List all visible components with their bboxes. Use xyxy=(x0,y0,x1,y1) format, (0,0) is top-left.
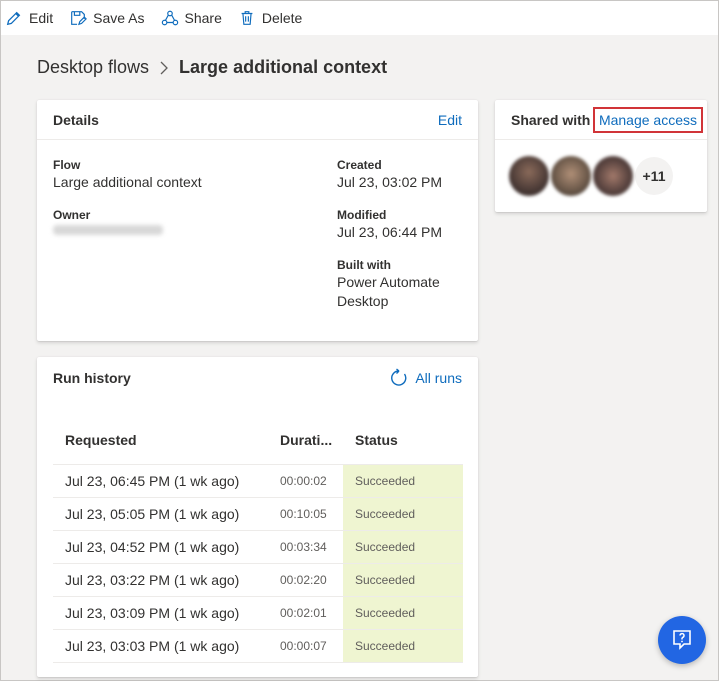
edit-label: Edit xyxy=(29,10,54,26)
run-history-table: Requested Durati... Status Jul 23, 06:45… xyxy=(53,417,463,663)
breadcrumb-desktop-flows[interactable]: Desktop flows xyxy=(37,57,149,78)
delete-label: Delete xyxy=(261,10,303,26)
chevron-right-icon xyxy=(159,61,169,75)
all-runs-label: All runs xyxy=(415,370,462,386)
owner-value-redacted xyxy=(53,225,163,235)
duration-cell: 00:02:20 xyxy=(268,563,343,597)
duration-cell: 00:10:05 xyxy=(268,497,343,531)
avatar xyxy=(509,156,549,196)
edit-button[interactable]: Edit xyxy=(5,9,53,27)
avatar xyxy=(551,156,591,196)
table-row[interactable]: Jul 23, 05:05 PM (1 wk ago) 00:10:05 Suc… xyxy=(53,497,463,531)
table-row[interactable]: Jul 23, 04:52 PM (1 wk ago) 00:03:34 Suc… xyxy=(53,530,463,564)
details-header: Details Edit xyxy=(37,100,478,140)
table-header-row: Requested Durati... Status xyxy=(53,417,463,465)
duration-cell: 00:00:02 xyxy=(268,464,343,498)
refresh-icon xyxy=(391,368,407,386)
requested-cell: Jul 23, 03:09 PM (1 wk ago) xyxy=(53,596,268,630)
run-history-card: Run history All runs Requested Durati...… xyxy=(37,357,478,677)
status-cell: Succeeded xyxy=(343,629,463,663)
requested-cell: Jul 23, 05:05 PM (1 wk ago) xyxy=(53,497,268,531)
created-value: Jul 23, 03:02 PM xyxy=(337,174,443,190)
duration-cell: 00:00:07 xyxy=(268,629,343,663)
avatar xyxy=(593,156,633,196)
requested-cell: Jul 23, 03:22 PM (1 wk ago) xyxy=(53,563,268,597)
column-header-requested[interactable]: Requested xyxy=(53,417,268,465)
details-edit-link[interactable]: Edit xyxy=(438,112,462,128)
details-title: Details xyxy=(53,111,99,128)
share-icon xyxy=(161,10,178,26)
status-cell: Succeeded xyxy=(343,464,463,498)
feedback-icon xyxy=(673,630,691,650)
duration-cell: 00:03:34 xyxy=(268,530,343,564)
table-row[interactable]: Jul 23, 06:45 PM (1 wk ago) 00:00:02 Suc… xyxy=(53,464,463,498)
manage-access-link[interactable]: Manage access xyxy=(592,106,703,133)
details-card: Details Edit Flow Large additional conte… xyxy=(37,100,478,341)
save-as-label: Save As xyxy=(93,10,145,26)
status-cell: Succeeded xyxy=(343,530,463,564)
table-row[interactable]: Jul 23, 03:09 PM (1 wk ago) 00:02:01 Suc… xyxy=(53,596,463,630)
more-users-badge[interactable]: +11 xyxy=(635,157,673,195)
table-row[interactable]: Jul 23, 03:03 PM (1 wk ago) 00:00:07 Suc… xyxy=(53,629,463,663)
modified-label: Modified xyxy=(337,208,387,222)
requested-cell: Jul 23, 03:03 PM (1 wk ago) xyxy=(53,629,268,663)
run-history-title: Run history xyxy=(53,370,131,386)
shared-with-header: Shared with Manage access xyxy=(495,100,707,140)
status-cell: Succeeded xyxy=(343,596,463,630)
save-as-icon xyxy=(71,11,88,26)
built-with-value-line2: Desktop xyxy=(337,293,389,309)
save-as-button[interactable]: Save As xyxy=(69,9,145,27)
status-cell: Succeeded xyxy=(343,563,463,597)
all-runs-link[interactable]: All runs xyxy=(389,368,462,388)
shared-with-title: Shared with xyxy=(511,111,591,128)
modified-value: Jul 23, 06:44 PM xyxy=(337,224,443,240)
built-with-label: Built with xyxy=(337,258,391,272)
pencil-icon xyxy=(6,11,21,26)
flow-label: Flow xyxy=(53,158,81,172)
table-row[interactable]: Jul 23, 03:22 PM (1 wk ago) 00:02:20 Suc… xyxy=(53,563,463,597)
column-header-duration[interactable]: Durati... xyxy=(268,417,343,465)
duration-cell: 00:02:01 xyxy=(268,596,343,630)
requested-cell: Jul 23, 06:45 PM (1 wk ago) xyxy=(53,464,268,498)
page-title: Large additional context xyxy=(179,57,388,77)
status-cell: Succeeded xyxy=(343,497,463,531)
delete-button[interactable]: Delete xyxy=(238,9,302,27)
run-history-header: Run history All runs xyxy=(37,357,478,399)
built-with-value-line1: Power Automate xyxy=(337,274,440,290)
flow-value: Large additional context xyxy=(53,174,202,190)
requested-cell: Jul 23, 04:52 PM (1 wk ago) xyxy=(53,530,268,564)
created-label: Created xyxy=(337,158,382,172)
feedback-button[interactable] xyxy=(658,616,706,664)
share-button[interactable]: Share xyxy=(161,9,222,27)
breadcrumb: Desktop flows Large additional context xyxy=(37,57,387,78)
column-header-status[interactable]: Status xyxy=(343,417,463,465)
command-bar: Edit Save As Share Delete xyxy=(1,1,718,35)
avatar-group[interactable]: +11 xyxy=(509,156,673,196)
shared-with-card: Shared with Manage access +11 xyxy=(495,100,707,212)
share-label: Share xyxy=(184,10,222,26)
trash-icon xyxy=(241,11,253,25)
owner-label: Owner xyxy=(53,208,91,222)
